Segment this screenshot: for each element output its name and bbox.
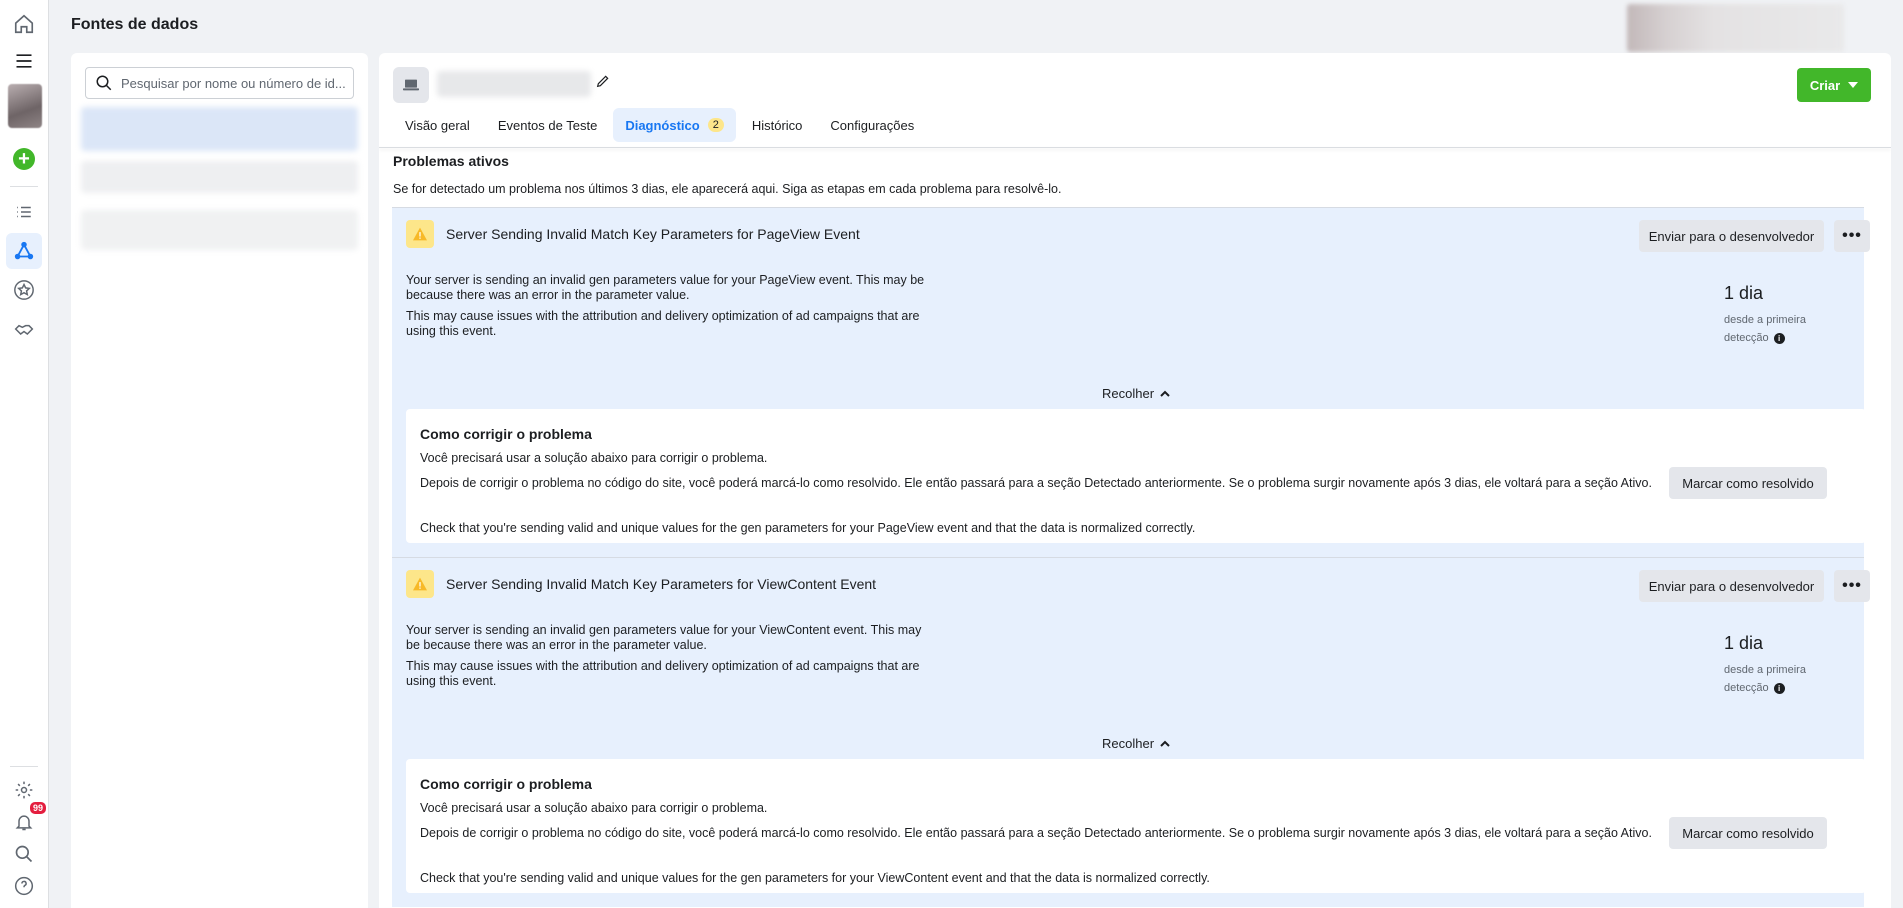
home-icon[interactable]	[10, 10, 38, 38]
collapse-label: Recolher	[1102, 736, 1155, 751]
tab-settings[interactable]: Configurações	[818, 108, 926, 142]
send-to-developer-button[interactable]: Enviar para o desenvolvedor	[1639, 570, 1824, 602]
help-icon[interactable]	[10, 872, 38, 900]
fix-title: Como corrigir o problema	[420, 776, 592, 792]
diagnostics-count-badge: 2	[707, 118, 724, 132]
warning-icon	[406, 570, 434, 598]
tab-overview[interactable]: Visão geral	[393, 108, 482, 142]
fix-line: Você precisará usar a solução abaixo par…	[420, 451, 768, 465]
events-manager-icon[interactable]	[6, 233, 42, 269]
edit-pencil-icon[interactable]	[595, 73, 611, 92]
fix-instructions-card: Como corrigir o problema Você precisará …	[406, 759, 1866, 893]
search-input[interactable]	[121, 75, 346, 91]
list-item[interactable]	[81, 210, 358, 250]
info-icon[interactable]: i	[1773, 333, 1785, 344]
rail-divider	[10, 766, 38, 767]
days-caption: desde a primeira detecção i	[1724, 661, 1824, 697]
collapse-toggle[interactable]: Recolher	[1102, 736, 1170, 751]
account-avatar[interactable]	[8, 84, 42, 128]
rail-divider	[10, 186, 38, 187]
menu-icon[interactable]	[10, 47, 38, 75]
section-description: Se for detectado um problema nos últimos…	[393, 182, 1062, 196]
fix-title: Como corrigir o problema	[420, 426, 592, 442]
issue-title: Server Sending Invalid Match Key Paramet…	[446, 576, 877, 592]
chevron-up-icon	[1160, 740, 1170, 747]
collapse-label: Recolher	[1102, 386, 1155, 401]
fix-line: Depois de corrigir o problema no código …	[420, 476, 1652, 490]
send-to-developer-button[interactable]: Enviar para o desenvolvedor	[1639, 220, 1824, 252]
search-icon[interactable]	[10, 840, 38, 868]
issue-card: Server Sending Invalid Match Key Paramet…	[392, 557, 1870, 907]
list-item-selected[interactable]	[81, 107, 358, 151]
days-since-detection: 1 dia	[1724, 633, 1764, 653]
section-title: Problemas ativos	[393, 153, 509, 169]
caret-down-icon	[1848, 82, 1859, 88]
days-since-detection: 1 dia	[1724, 283, 1764, 303]
issue-description: Your server is sending an invalid gen pa…	[406, 623, 922, 652]
data-source-name	[437, 71, 591, 97]
tab-diagnostics-label: Diagnóstico	[625, 117, 700, 133]
tabs-divider	[379, 147, 1891, 148]
main-panel: Criar Visão geral Eventos de Teste Diagn…	[379, 53, 1891, 908]
search-box[interactable]	[85, 67, 354, 99]
list-item[interactable]	[81, 161, 358, 193]
add-icon[interactable]: +	[10, 145, 38, 173]
tab-diagnostics[interactable]: Diagnóstico 2	[613, 108, 736, 142]
collapse-toggle[interactable]: Recolher	[1102, 386, 1170, 401]
search-icon	[96, 75, 112, 91]
create-label: Criar	[1809, 77, 1841, 93]
issue-impact: This may cause issues with the attributi…	[406, 309, 920, 338]
more-options-button[interactable]: •••	[1834, 570, 1870, 602]
data-source-list-panel	[71, 53, 368, 908]
days-caption: desde a primeira detecção i	[1724, 311, 1824, 347]
issue-title: Server Sending Invalid Match Key Paramet…	[446, 226, 860, 242]
fix-line: Check that you're sending valid and uniq…	[420, 871, 1210, 885]
tab-bar: Visão geral Eventos de Teste Diagnóstico…	[393, 108, 930, 144]
issue-impact: This may cause issues with the attributi…	[406, 659, 920, 688]
notification-badge: 99	[28, 801, 47, 815]
settings-icon[interactable]	[10, 776, 38, 804]
mark-resolved-button[interactable]: Marcar como resolvido	[1669, 817, 1827, 849]
star-icon[interactable]	[10, 276, 38, 304]
days-caption-text: desde a primeira detecção	[1724, 664, 1806, 694]
more-options-button[interactable]: •••	[1834, 220, 1870, 252]
mark-resolved-button[interactable]: Marcar como resolvido	[1669, 467, 1827, 499]
fix-line: Check that you're sending valid and uniq…	[420, 521, 1196, 535]
days-caption-text: desde a primeira detecção	[1724, 314, 1806, 344]
fix-line: Você precisará usar a solução abaixo par…	[420, 801, 768, 815]
tab-test-events[interactable]: Eventos de Teste	[486, 108, 610, 142]
issue-description: Your server is sending an invalid gen pa…	[406, 273, 925, 302]
page-title: Fontes de dados	[71, 16, 199, 33]
chevron-up-icon	[1160, 390, 1170, 397]
left-nav-rail: + 99	[0, 0, 49, 908]
create-button[interactable]: Criar	[1797, 68, 1871, 102]
warning-icon	[406, 220, 434, 248]
fix-instructions-card: Como corrigir o problema Você precisará …	[406, 409, 1866, 543]
notifications-icon[interactable]: 99	[10, 801, 47, 836]
info-icon[interactable]: i	[1773, 683, 1785, 694]
list-icon[interactable]	[10, 198, 38, 226]
issue-card: Server Sending Invalid Match Key Paramet…	[392, 207, 1870, 557]
data-source-icon	[393, 67, 429, 103]
handshake-icon[interactable]	[10, 315, 38, 343]
tab-history[interactable]: Histórico	[740, 108, 815, 142]
fix-line: Depois de corrigir o problema no código …	[420, 826, 1652, 840]
account-switcher[interactable]	[1627, 4, 1844, 52]
